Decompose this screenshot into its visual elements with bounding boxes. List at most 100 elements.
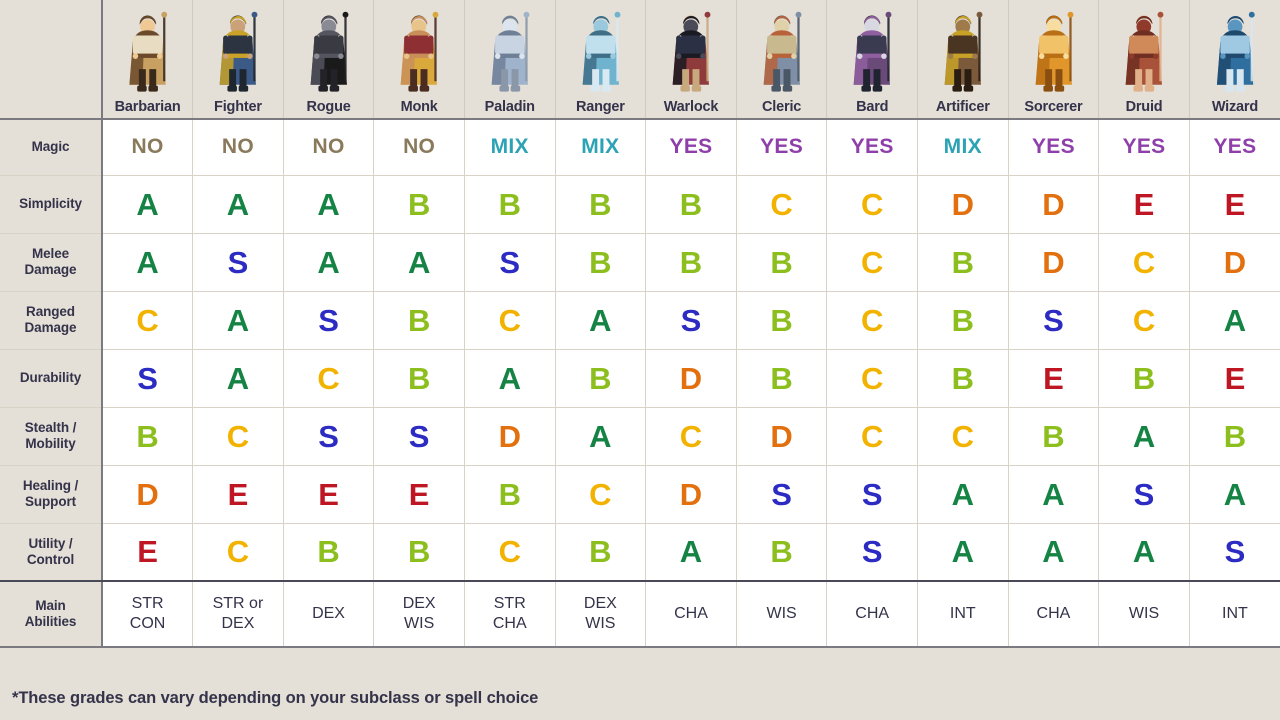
grade-letter: C (498, 302, 521, 338)
grade-cell: B (917, 291, 1009, 350)
grade-letter: E (1133, 186, 1155, 222)
grade-letter: D (951, 186, 974, 222)
ranger-portrait (556, 0, 646, 102)
grade-letter: S (227, 244, 249, 280)
grade-letter: D (1223, 244, 1247, 280)
grade-letter: B (770, 302, 793, 338)
grade-letter: B (679, 186, 703, 222)
grade-cell: MIX (917, 119, 1009, 176)
grade-cell: NO (283, 119, 375, 176)
grade-cell: E (283, 465, 375, 524)
row-header-line: Healing / (22, 478, 79, 493)
grade-cell: YES (1098, 119, 1190, 176)
ability-line: DEX (402, 595, 436, 612)
grade-letter: S (318, 302, 339, 338)
grade-letter: B (951, 360, 974, 396)
class-name-label: Sorcerer (1024, 99, 1083, 115)
grade-cell: C (555, 465, 647, 524)
grade-letter: A (951, 534, 974, 570)
ability-line: CHA (492, 615, 527, 632)
row-header-stealth: Stealth / Mobility (0, 407, 104, 466)
grade-cell: D (1008, 175, 1100, 234)
grade-letter: E (1224, 186, 1246, 222)
grade-cell: YES (826, 119, 918, 176)
grade-cell: C (736, 175, 828, 234)
grade-letter: D (770, 418, 793, 454)
paladin-portrait (465, 0, 555, 102)
magic-value: NO (221, 135, 254, 159)
row-header-line: Main (35, 598, 66, 613)
class-header-monk: Monk (373, 0, 465, 120)
grade-letter: B (1223, 418, 1247, 454)
class-name-label: Fighter (214, 99, 262, 115)
grade-cell: INT (1189, 581, 1280, 648)
grade-letter: A (589, 302, 612, 338)
grade-letter: S (499, 244, 521, 280)
grade-letter: A (136, 186, 159, 222)
ability-stack: DEX WIS (556, 594, 646, 634)
class-header-warlock: Warlock (645, 0, 737, 120)
grade-letter: C (861, 244, 884, 280)
grade-letter: B (589, 534, 612, 570)
grade-cell: D (645, 465, 737, 524)
grade-letter: B (407, 360, 431, 396)
grade-letter: E (137, 534, 158, 570)
grade-cell: A (192, 349, 284, 408)
grade-cell: A (1189, 465, 1280, 524)
grade-letter: B (770, 244, 793, 280)
grade-cell: C (826, 175, 918, 234)
grade-letter: B (136, 418, 159, 454)
grade-cell: B (555, 349, 647, 408)
grade-cell: MIX (555, 119, 647, 176)
grade-letter: C (589, 476, 612, 512)
table-row: Durability S A C B A B D B C B E B E (0, 349, 1280, 408)
grade-letter: E (408, 476, 430, 512)
grade-letter: A (1223, 302, 1247, 338)
ability-line: WIS (1128, 605, 1160, 622)
table-row: Stealth / Mobility B C S S D A C D C C B A B (0, 407, 1280, 466)
grade-cell: A (1008, 465, 1100, 524)
ability-line: DEX (312, 605, 345, 622)
class-name-label: Monk (400, 99, 438, 115)
grade-cell: D (102, 465, 194, 524)
grade-letter: A (951, 476, 974, 512)
grade-cell: A (555, 407, 647, 466)
class-art-row: Barbarian Fighter Rogue Monk Paladin Ran… (0, 0, 1280, 120)
grade-cell: C (826, 349, 918, 408)
grade-letter: A (1042, 534, 1065, 570)
grade-cell: C (1098, 291, 1190, 350)
cleric-portrait (737, 0, 827, 102)
grade-letter: S (1224, 534, 1246, 570)
table-row: Magic NO NO NO NO MIX MIX YES YES YES MIX YES YES YES (0, 119, 1280, 176)
grade-cell: D (917, 175, 1009, 234)
ability-line: CHA (855, 605, 890, 622)
grade-cell: C (283, 349, 375, 408)
grade-letter: B (498, 476, 521, 512)
grade-cell: A (1189, 291, 1280, 350)
grade-letter: A (226, 360, 250, 396)
grade-cell: STR CON (102, 581, 194, 648)
grade-cell: A (373, 233, 465, 292)
grade-letter: B (589, 186, 612, 222)
grade-letter: A (1132, 418, 1156, 454)
grade-cell: E (373, 465, 465, 524)
grade-letter: D (1042, 244, 1065, 280)
grade-letter: C (861, 360, 884, 396)
grade-cell: C (826, 407, 918, 466)
grade-cell: A (192, 175, 284, 234)
grade-cell: B (373, 523, 465, 582)
row-header-line: Magic (31, 139, 70, 155)
grade-letter: B (407, 186, 431, 222)
grade-cell: NO (192, 119, 284, 176)
class-header-ranger: Ranger (555, 0, 647, 120)
grade-letter: C (498, 534, 521, 570)
ability-line: CON (129, 615, 166, 632)
grade-cell: D (1008, 233, 1100, 292)
grade-letter: C (1132, 244, 1156, 280)
grade-letter: A (1223, 476, 1247, 512)
magic-value: NO (312, 135, 345, 159)
row-header-line: Abilities (24, 614, 77, 629)
ability-stack: WIS (737, 604, 827, 624)
grade-cell: E (1008, 349, 1100, 408)
table-row: Melee Damage A S A A S B B B C B D C D (0, 233, 1280, 292)
